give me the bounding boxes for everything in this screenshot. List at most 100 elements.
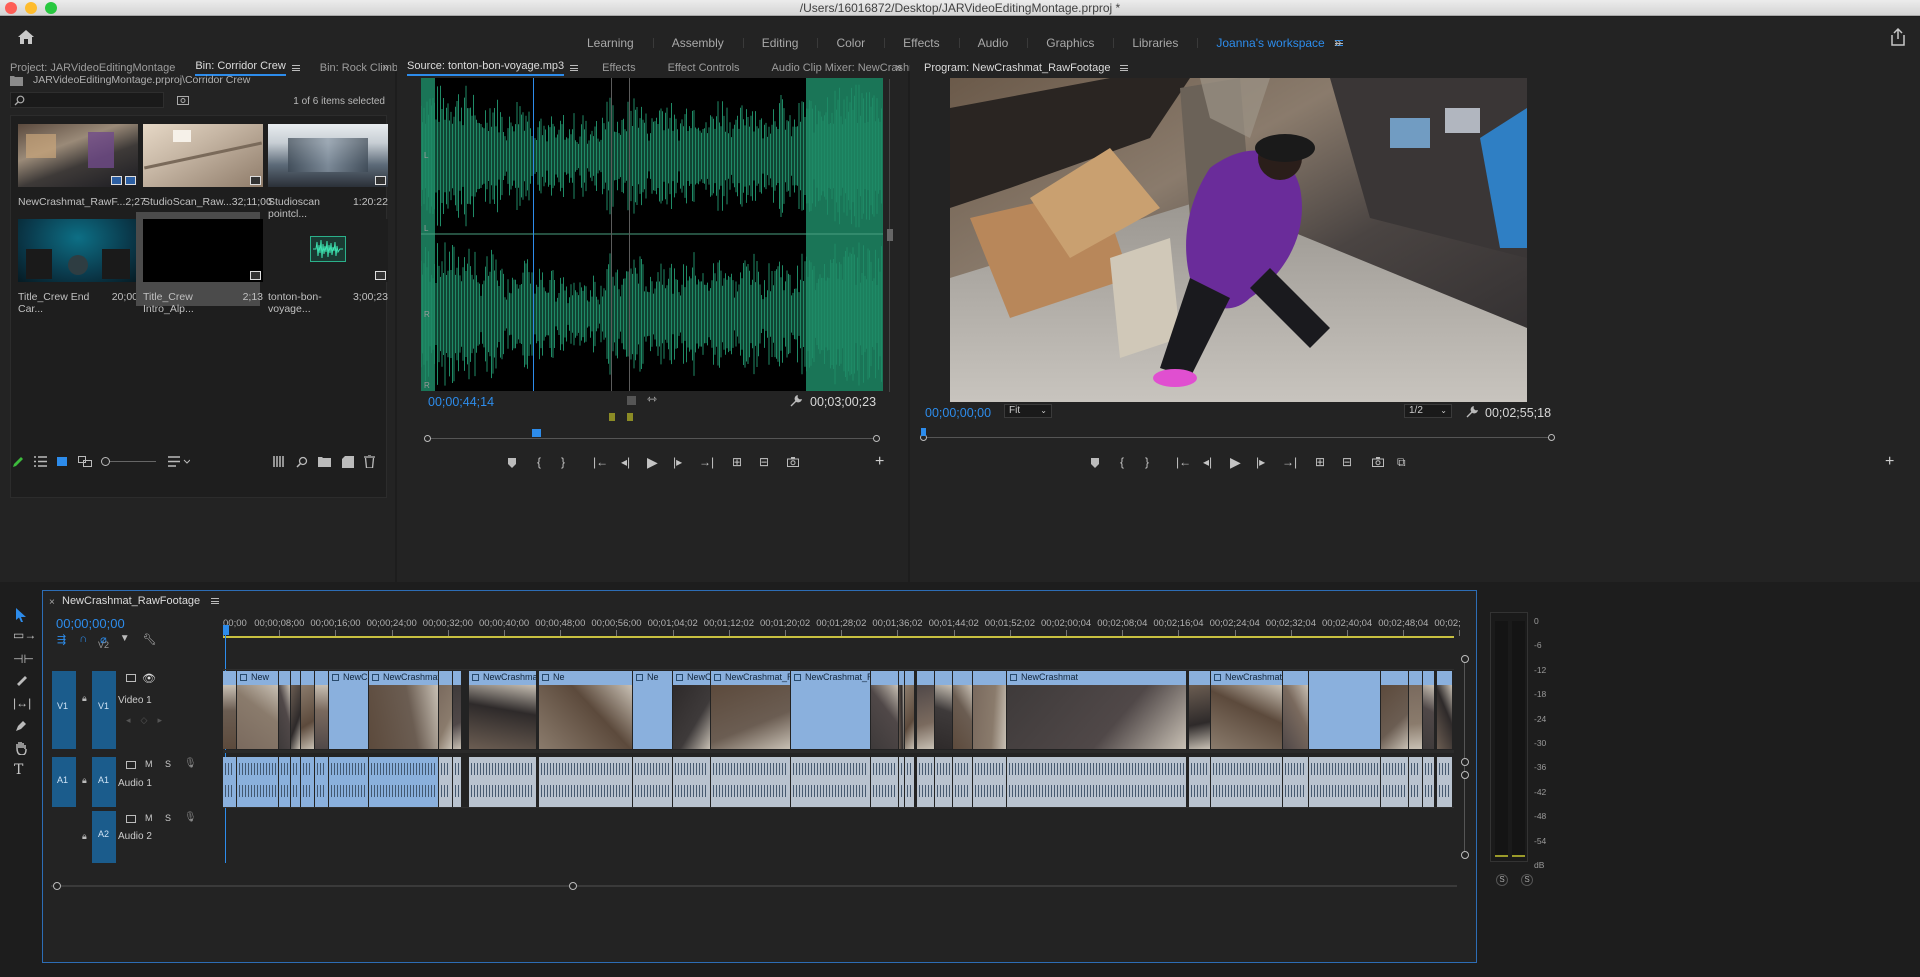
new-item-icon[interactable] [342, 456, 354, 468]
video-clip[interactable]: NewCrashmat [369, 671, 438, 749]
video-clip[interactable]: NewCrashmat [329, 671, 368, 749]
share-icon[interactable] [1889, 27, 1907, 47]
timeline-horizontal-scrollbar[interactable] [51, 881, 1457, 891]
panel-menu-icon[interactable] [570, 65, 579, 71]
audio-clip[interactable] [633, 757, 672, 807]
slip-tool-icon[interactable]: |↔| [13, 696, 31, 710]
audio-clip[interactable] [871, 757, 898, 807]
panel-menu-icon[interactable] [1120, 65, 1129, 71]
audio-clip[interactable] [711, 757, 790, 807]
timeline-zoom-handle-left[interactable] [53, 882, 61, 890]
automate-to-sequence-icon[interactable] [273, 456, 285, 467]
wrench-icon[interactable] [790, 395, 802, 407]
audio-clip[interactable] [1381, 757, 1408, 807]
step-forward-icon[interactable]: |▸ [673, 455, 682, 469]
audio-clip[interactable] [539, 757, 632, 807]
meter-solo-button-left[interactable]: S [1496, 874, 1508, 886]
video-clip[interactable] [1283, 671, 1308, 749]
audio-clip[interactable] [1007, 757, 1186, 807]
pen-tool-icon[interactable] [15, 720, 27, 732]
panel-menu-icon[interactable] [291, 65, 300, 71]
video-clip[interactable] [279, 671, 290, 749]
lock-track-icon[interactable]: 🔒︎ [82, 693, 87, 704]
sync-lock-icon[interactable] [126, 815, 136, 823]
lift-icon[interactable]: ⊞ [1315, 455, 1325, 469]
add-marker-icon[interactable] [1090, 458, 1100, 468]
video-clip[interactable] [1409, 671, 1422, 749]
source-button-editor-icon[interactable]: + [875, 453, 884, 471]
video-clip[interactable] [905, 671, 914, 749]
source-zoom-handle-right[interactable] [873, 435, 880, 442]
video-clip[interactable] [223, 671, 236, 749]
drag-video-only-icon[interactable] [627, 396, 636, 405]
timeline-ruler[interactable]: 00;00 00;00;08;00 00;00;16;00 00;00;24;00 00… [223, 613, 1463, 637]
video-clip[interactable]: New [237, 671, 278, 749]
audio-clip[interactable] [291, 757, 300, 807]
track-target-a1[interactable]: A1 [92, 757, 116, 807]
source-vertical-zoom-bar[interactable] [887, 79, 893, 392]
program-time-ruler[interactable] [920, 428, 1555, 442]
sort-icons-icon[interactable] [168, 456, 190, 467]
audio-clip[interactable] [237, 757, 278, 807]
project-search-input[interactable] [27, 93, 161, 107]
audio-clip[interactable] [673, 757, 710, 807]
overwrite-icon[interactable]: ⊟ [759, 455, 769, 469]
audio-clip[interactable] [279, 757, 290, 807]
program-zoom-handle-right[interactable] [1548, 434, 1555, 441]
drag-audio-only-icon[interactable]: ⇿ [647, 392, 657, 406]
mark-out-icon[interactable]: } [561, 455, 565, 469]
audio-clip[interactable] [1437, 757, 1452, 807]
source-overflow-button[interactable]: » [895, 60, 902, 74]
freeform-view-icon[interactable] [78, 456, 92, 467]
video-clip[interactable]: NewCrashmat_RawFootage.mp4 [V] [791, 671, 870, 749]
razor-tool-icon[interactable] [15, 674, 27, 686]
mark-out-icon[interactable]: } [1145, 455, 1149, 469]
video-clip[interactable] [917, 671, 934, 749]
playback-resolution-select[interactable]: 1/2 ⌄ [1404, 404, 1452, 418]
selection-tool-icon[interactable] [15, 608, 27, 622]
video-clip[interactable]: NewCrashmat [1211, 671, 1282, 749]
close-sequence-icon[interactable]: × [49, 597, 55, 608]
project-item[interactable]: Title_Crew End Car... 20;00 [18, 219, 138, 315]
export-frame-icon[interactable] [787, 457, 799, 467]
audio-clip[interactable] [1423, 757, 1434, 807]
go-to-in-icon[interactable]: |← [1176, 455, 1191, 469]
source-current-timecode[interactable]: 00;00;44;14 [428, 395, 494, 409]
track-target-a2[interactable]: A2 [92, 811, 116, 863]
step-back-icon[interactable]: ◂| [1203, 455, 1212, 469]
go-to-in-icon[interactable]: |← [593, 455, 608, 469]
go-to-out-icon[interactable]: →| [699, 455, 714, 469]
video-clip[interactable] [1437, 671, 1452, 749]
audio-clip[interactable] [369, 757, 438, 807]
lock-track-icon[interactable]: 🔒︎ [82, 831, 87, 842]
video-clip[interactable]: Ne [633, 671, 672, 749]
export-frame-icon[interactable] [1372, 457, 1384, 467]
audio-clip[interactable] [223, 757, 236, 807]
video-clip[interactable] [1309, 671, 1380, 749]
video-clip[interactable] [871, 671, 898, 749]
audio-clip[interactable] [1309, 757, 1380, 807]
new-bin-icon[interactable] [318, 456, 331, 467]
audio-clip[interactable] [917, 757, 934, 807]
timeline-zoom-handle-right[interactable] [569, 882, 577, 890]
audio-clip[interactable] [1283, 757, 1308, 807]
hand-tool-icon[interactable] [15, 741, 27, 755]
audio-clip[interactable] [935, 757, 952, 807]
tab-source[interactable]: Source: tonton-bon-voyage.mp3 [397, 57, 588, 79]
tab-effects[interactable]: Effects [588, 57, 645, 79]
audio-clip[interactable] [973, 757, 1006, 807]
voice-over-record-icon[interactable]: 🎙︎ [184, 758, 197, 769]
timeline-timecode[interactable]: 00;00;00;00 [56, 616, 125, 631]
project-item[interactable]: Studioscan pointcl... 1:20:22 [268, 124, 388, 220]
audio-clip[interactable] [1211, 757, 1282, 807]
video-clip[interactable] [315, 671, 328, 749]
video-clip[interactable] [899, 671, 904, 749]
meter-solo-button-right[interactable]: S [1521, 874, 1533, 886]
zoom-slider-handle[interactable] [101, 457, 110, 466]
step-forward-icon[interactable]: |▸ [1256, 455, 1265, 469]
step-back-icon[interactable]: ◂| [621, 455, 630, 469]
icon-view-icon[interactable] [56, 456, 68, 467]
timeline-vertical-scrollbar[interactable] [1461, 655, 1469, 859]
solo-track-button[interactable]: S [165, 813, 171, 823]
mute-track-button[interactable]: M [145, 759, 153, 769]
